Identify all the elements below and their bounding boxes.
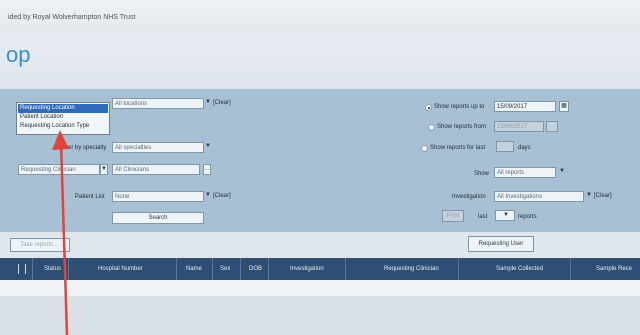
investigation-select[interactable]: All Investigations — [494, 191, 584, 202]
search-button[interactable]: Search — [112, 212, 204, 224]
column-grip-icon[interactable] — [18, 264, 26, 274]
clear-location-link[interactable]: [Clear] — [213, 100, 231, 106]
clear-patient-list-link[interactable]: [Clear] — [213, 193, 231, 199]
app-header — [0, 33, 640, 89]
column-divider — [176, 258, 177, 280]
date-from-field[interactable]: 15/09/2017 — [494, 121, 544, 132]
popup-item-requesting-location[interactable]: Requesting Location — [18, 104, 108, 113]
show-from-label: Show reports from — [437, 124, 487, 130]
location-select[interactable]: All locations — [112, 98, 204, 109]
date-from-spinner[interactable] — [546, 121, 558, 132]
column-sample-received[interactable]: Sample Rece — [596, 266, 632, 272]
clear-investigation-link[interactable]: [Clear] — [594, 193, 612, 199]
last-label: last — [478, 214, 488, 220]
column-sample-collected[interactable]: Sample Collected — [496, 266, 543, 272]
column-divider — [268, 258, 269, 280]
clinician-field[interactable]: All Clinicians — [112, 164, 200, 175]
column-investigation[interactable]: Investigation — [290, 266, 324, 272]
reports-label: reports — [518, 214, 537, 220]
show-up-to-radio[interactable] — [425, 104, 432, 111]
chevron-down-icon[interactable]: ▼ — [205, 143, 211, 149]
print-button[interactable]: Print — [442, 210, 464, 222]
show-from-radio[interactable] — [428, 124, 435, 131]
chevron-down-icon[interactable]: ▼ — [559, 168, 565, 174]
column-name[interactable]: Name — [186, 266, 202, 272]
show-last-label: Show reports for last — [430, 145, 486, 151]
chevron-down-icon[interactable]: ▼ — [503, 212, 509, 218]
results-toolbar — [0, 232, 640, 258]
app-title: op — [6, 42, 31, 67]
chevron-down-icon[interactable]: ▼ — [586, 192, 592, 198]
lookup-button[interactable]: … — [203, 164, 211, 175]
popup-item-patient-location[interactable]: Patient Location — [18, 113, 108, 122]
date-up-to-field[interactable]: 15/09/2017 — [494, 101, 556, 112]
patient-list-select[interactable]: None — [112, 191, 204, 202]
investigation-label: Investigation — [452, 194, 486, 200]
column-divider — [32, 258, 33, 280]
chevron-down-icon[interactable]: ▼ — [100, 164, 108, 175]
column-divider — [212, 258, 213, 280]
column-divider — [570, 258, 571, 280]
column-sex[interactable]: Sex — [220, 266, 230, 272]
days-field[interactable] — [496, 141, 514, 152]
column-dob[interactable]: DOB — [249, 266, 262, 272]
show-last-radio[interactable] — [421, 145, 428, 152]
column-requesting-clinician[interactable]: Requesting Clinician — [384, 266, 439, 272]
chevron-down-icon[interactable]: ▼ — [205, 99, 211, 105]
column-divider — [345, 258, 346, 280]
specialty-select[interactable]: All specialties — [112, 142, 204, 153]
annotation-arrow-icon — [52, 130, 69, 335]
show-select[interactable]: All reports — [494, 167, 556, 178]
column-hospital-number[interactable]: Hospital Number — [98, 266, 143, 272]
table-row[interactable] — [0, 280, 640, 296]
column-divider — [458, 258, 459, 280]
chevron-down-icon[interactable]: ▼ — [205, 192, 211, 198]
column-divider — [240, 258, 241, 280]
results-area — [0, 296, 640, 335]
days-label: days — [518, 145, 531, 151]
requesting-user-button[interactable]: Requesting User — [468, 236, 534, 252]
show-up-to-label: Show reports up to — [434, 104, 485, 110]
trust-banner-text: ided by Royal Wolverhampton NHS Trust — [8, 14, 136, 21]
show-label: Show — [474, 171, 490, 177]
calendar-icon[interactable]: ▦ — [559, 101, 569, 112]
